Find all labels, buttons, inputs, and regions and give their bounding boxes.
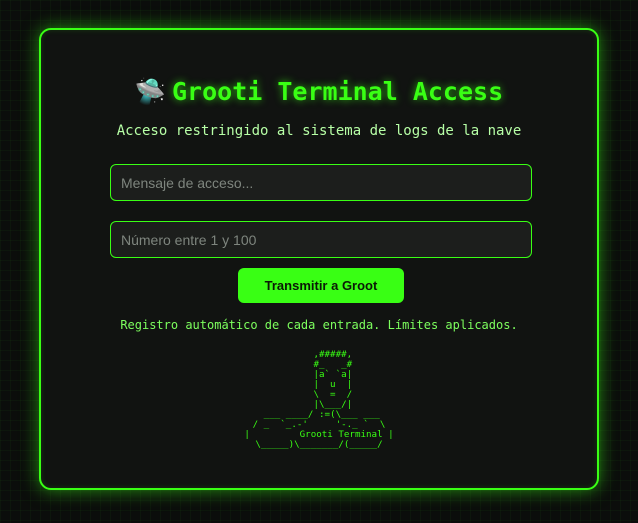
- panel-title: 🛸 Grooti Terminal Access: [41, 77, 597, 107]
- log-notice: Registro automático de cada entrada. Lím…: [120, 318, 518, 332]
- groot-ascii-art: ,#####, #_ _# |a` `a| | u | \ = / |\___/…: [244, 349, 394, 450]
- number-input[interactable]: [110, 221, 532, 258]
- transmit-button[interactable]: Transmitir a Groot: [238, 268, 404, 303]
- panel-subtitle: Acceso restringido al sistema de logs de…: [116, 123, 522, 139]
- access-panel: 🛸 Grooti Terminal Access Acceso restringi…: [39, 28, 599, 490]
- ufo-icon: 🛸: [134, 77, 166, 106]
- access-message-input[interactable]: [110, 164, 532, 201]
- title-text: Grooti Terminal Access: [172, 77, 504, 106]
